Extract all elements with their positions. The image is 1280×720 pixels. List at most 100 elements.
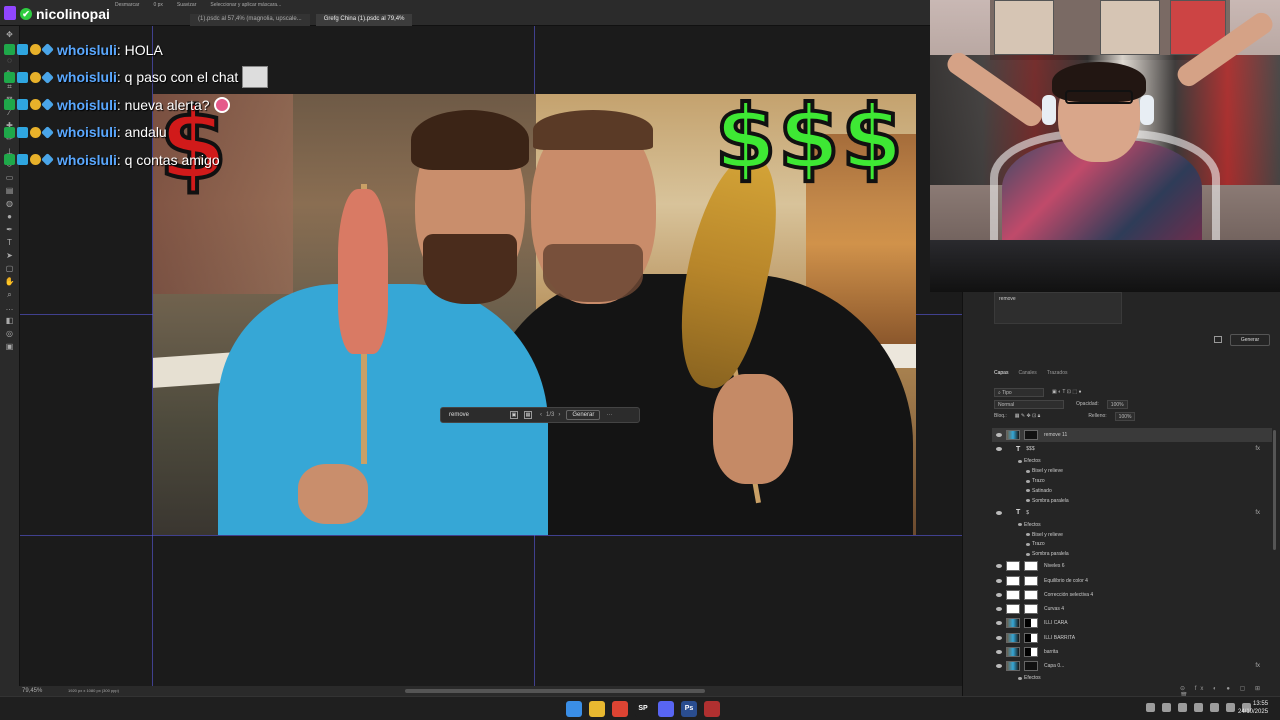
option-select-mask[interactable]: Seleccionar y aplicar máscara... [210,0,281,10]
tab-document-1[interactable]: (1).psdc al 57,4% (magnolia, upscale... [190,14,310,26]
layer-effect-row[interactable]: Bisel y relieve [992,530,1272,540]
tab-trazados[interactable]: Trazados [1047,370,1068,376]
layer-mask-thumbnail[interactable] [1024,575,1038,586]
layer-row[interactable]: remove 11 [992,428,1272,443]
prev-variation-icon[interactable]: ‹ [540,412,542,418]
layer-row[interactable]: barrita [992,645,1272,659]
variations-icon[interactable]: ▦ [524,411,532,419]
visibility-eye-icon[interactable] [996,433,1002,438]
photoshop-icon[interactable]: Ps [681,701,697,717]
layer-mask-thumbnail[interactable] [1024,661,1038,672]
layer-row[interactable]: Corrección selectiva 4 [992,588,1272,602]
app-tray-icon[interactable] [1194,703,1203,712]
visibility-eye-icon[interactable] [996,564,1002,569]
blur-tool-icon[interactable]: ◍ [4,199,16,208]
visibility-eye-icon[interactable] [996,635,1002,640]
opacity-field[interactable]: 100% [1106,399,1128,409]
layer-mask-thumbnail[interactable] [1024,430,1038,441]
zoom-level[interactable]: 79,45% [22,686,42,696]
visibility-eye-icon[interactable] [996,447,1002,452]
layer-effects-row[interactable]: Efectos [992,457,1272,467]
effect-visibility-icon[interactable] [1026,469,1030,473]
visibility-eye-icon[interactable] [996,621,1002,626]
fill-field[interactable]: 100% [1114,411,1136,421]
layer-effect-row[interactable]: Sombra paralela [992,496,1272,506]
screen-mode-icon[interactable]: ▣ [4,342,16,351]
generate-button-panel[interactable]: Generar [1230,334,1270,346]
fx-icon[interactable]: fx [1255,510,1260,516]
type-tool-icon[interactable]: T [4,238,16,247]
layer-row[interactable]: Niveles 6 [992,559,1272,573]
effect-visibility-icon[interactable] [1026,542,1030,546]
tab-canales[interactable]: Canales [1018,370,1036,376]
quick-mask-icon[interactable]: ◎ [4,329,16,338]
explorer-icon[interactable] [589,701,605,717]
layer-mask-thumbnail[interactable] [1024,632,1038,643]
effect-visibility-icon[interactable] [1018,676,1022,680]
next-variation-icon[interactable]: › [558,412,560,418]
fx-icon[interactable]: fx [1255,663,1260,669]
obs-icon[interactable] [704,701,720,717]
dodge-tool-icon[interactable]: ● [4,212,16,221]
fx-icon[interactable]: fx [1255,446,1260,452]
gradient-tool-icon[interactable]: ▤ [4,186,16,195]
visibility-eye-icon[interactable] [996,592,1002,597]
effect-visibility-icon[interactable] [1026,499,1030,503]
more-tools-icon[interactable]: … [4,303,16,312]
effect-visibility-icon[interactable] [1026,489,1030,493]
layer-mask-thumbnail[interactable] [1024,604,1038,615]
visibility-eye-icon[interactable] [996,578,1002,583]
layer-filter-select[interactable]: ⌕ Tipo [994,387,1044,397]
layer-row[interactable]: Curvas 4 [992,602,1272,616]
color-swatches-icon[interactable]: ◧ [4,316,16,325]
app-tray-icon[interactable] [1178,703,1187,712]
system-clock[interactable]: 13:55 24/10/2025 [1238,700,1268,716]
chevron-up-icon[interactable] [1146,703,1155,712]
option-desmarcar[interactable]: Desmarcar [115,0,139,10]
generate-button[interactable]: Generar [566,410,601,420]
image-icon[interactable] [1214,336,1222,343]
prompt-textarea[interactable]: remove [994,292,1122,324]
tab-capas[interactable]: Capas [994,370,1008,376]
layer-effect-row[interactable]: Bisel y relieve [992,466,1272,476]
hand-tool-icon[interactable]: ✋ [4,277,16,286]
filter-icons[interactable]: ▣ ◐ T ⊡ ⬚ ● [1052,389,1082,395]
volume-icon[interactable] [1226,703,1235,712]
eraser-tool-icon[interactable]: ▭ [4,173,16,182]
layer-effects-row[interactable]: Efectos [992,673,1272,683]
layer-mask-thumbnail[interactable] [1024,646,1038,657]
layer-effect-row[interactable]: Sombra paralela [992,549,1272,559]
effect-visibility-icon[interactable] [1026,533,1030,537]
layer-row[interactable]: ILLI BARRITA [992,631,1272,645]
layer-row[interactable]: Equilibrio de color 4 [992,573,1272,587]
tab-document-2[interactable]: Grefg China (1).psdc al 79,4% [315,14,413,26]
path-select-icon[interactable]: ➤ [4,251,16,260]
spotify-icon[interactable]: SP [635,701,651,717]
layer-row[interactable]: ILLI CARA [992,616,1272,630]
effect-visibility-icon[interactable] [1018,459,1022,463]
pen-tool-icon[interactable]: ✒ [4,225,16,234]
layer-effects-row[interactable]: Efectos [992,520,1272,530]
visibility-eye-icon[interactable] [996,649,1002,654]
network-icon[interactable] [1162,703,1171,712]
visibility-eye-icon[interactable] [996,664,1002,669]
layer-mask-thumbnail[interactable] [1024,561,1038,572]
shape-tool-icon[interactable]: ▢ [4,264,16,273]
visibility-eye-icon[interactable] [996,607,1002,612]
image-icon[interactable]: ▣ [510,411,518,419]
horizontal-scrollbar[interactable] [405,689,705,693]
option-suavizar[interactable]: Suavizar [177,0,196,10]
discord-icon[interactable] [658,701,674,717]
layer-mask-thumbnail[interactable] [1024,618,1038,629]
start-icon[interactable] [566,701,582,717]
option-feather-px[interactable]: 0 px [153,0,162,10]
layer-row[interactable]: T $ fx [992,506,1272,520]
layers-scrollbar[interactable] [1273,430,1276,550]
layer-effect-row[interactable]: Trazo [992,539,1272,549]
layer-mask-thumbnail[interactable] [1024,589,1038,600]
wifi-icon[interactable] [1210,703,1219,712]
layer-row[interactable]: Capa 0... fx [992,659,1272,673]
layer-effect-row[interactable]: Satinado [992,486,1272,496]
generative-prompt-input[interactable]: remove [449,412,504,418]
blend-mode-select[interactable]: Normal [994,399,1064,409]
